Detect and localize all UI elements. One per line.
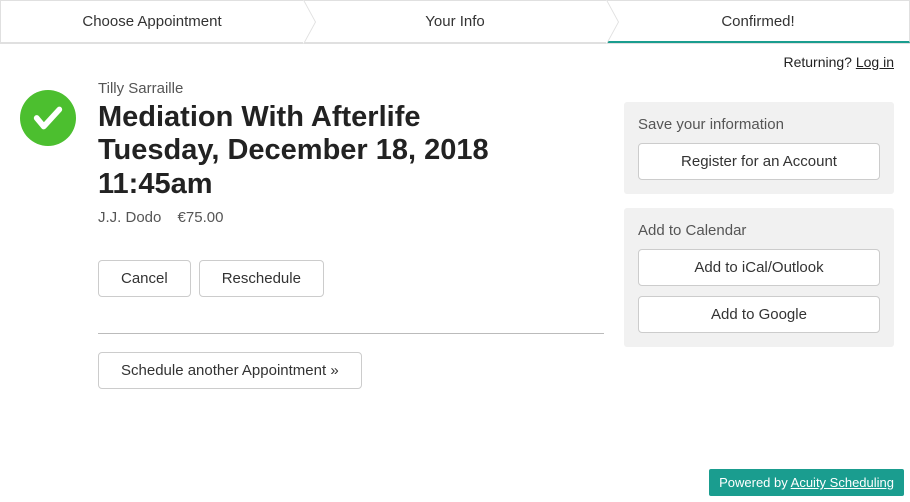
save-info-title: Save your information xyxy=(638,116,880,133)
add-google-button[interactable]: Add to Google xyxy=(638,296,880,333)
powered-by-badge[interactable]: Powered by Acuity Scheduling xyxy=(709,469,904,496)
appointment-time: 11:45am xyxy=(98,168,604,201)
check-icon-wrap xyxy=(16,80,80,389)
register-account-button[interactable]: Register for an Account xyxy=(638,143,880,180)
step-your-info[interactable]: Your Info xyxy=(304,0,607,43)
client-name: Tilly Sarraille xyxy=(98,80,604,97)
step-choose-appointment[interactable]: Choose Appointment xyxy=(0,0,304,43)
step-label: Your Info xyxy=(425,13,485,30)
step-label: Choose Appointment xyxy=(82,13,221,30)
returning-label: Returning? xyxy=(783,54,852,70)
step-confirmed[interactable]: Confirmed! xyxy=(607,0,910,43)
login-link[interactable]: Log in xyxy=(856,54,894,70)
reschedule-button[interactable]: Reschedule xyxy=(199,260,324,297)
brand-link[interactable]: Acuity Scheduling xyxy=(791,475,894,490)
save-info-card: Save your information Register for an Ac… xyxy=(624,102,894,194)
cancel-button[interactable]: Cancel xyxy=(98,260,191,297)
add-ical-button[interactable]: Add to iCal/Outlook xyxy=(638,249,880,286)
appointment-date: Tuesday, December 18, 2018 xyxy=(98,134,604,167)
schedule-another-button[interactable]: Schedule another Appointment » xyxy=(98,352,362,389)
topbar: Returning? Log in xyxy=(0,44,910,70)
divider xyxy=(98,333,604,334)
powered-by-label: Powered by xyxy=(719,475,788,490)
check-circle-icon xyxy=(20,90,76,146)
add-calendar-card: Add to Calendar Add to iCal/Outlook Add … xyxy=(624,208,894,347)
service-title: Mediation With Afterlife xyxy=(98,101,604,134)
step-label: Confirmed! xyxy=(721,13,794,30)
practitioner-name: J.J. Dodo xyxy=(98,209,161,226)
add-calendar-title: Add to Calendar xyxy=(638,222,880,239)
step-tabs: Choose Appointment Your Info Confirmed! xyxy=(0,0,910,44)
footer: Powered by Acuity Scheduling xyxy=(709,469,904,496)
appointment-price: €75.00 xyxy=(178,209,224,226)
